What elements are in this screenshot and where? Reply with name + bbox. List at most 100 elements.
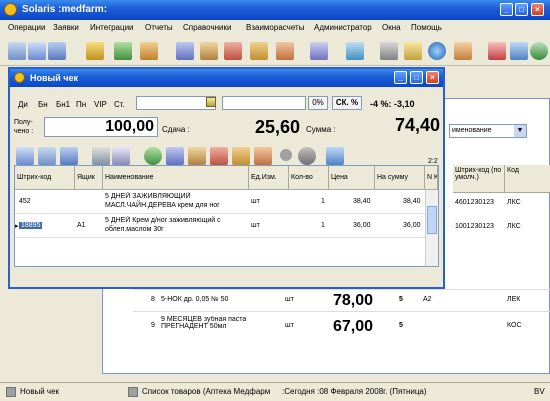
scroll-thumb[interactable] bbox=[427, 206, 437, 234]
goods-move-icon[interactable] bbox=[232, 147, 250, 165]
col-barcode-default[interactable]: Штрих-код (по умолч.) bbox=[453, 165, 505, 193]
goods-icon[interactable] bbox=[176, 42, 194, 60]
drugs-icon[interactable] bbox=[310, 42, 328, 60]
menu-windows[interactable]: Окна bbox=[382, 23, 401, 32]
col-sum[interactable]: На сумму bbox=[375, 166, 425, 190]
menu-integrations[interactable]: Интеграции bbox=[90, 23, 134, 32]
taskbar-receipt-icon bbox=[6, 387, 16, 397]
menu-operations[interactable]: Операции bbox=[8, 23, 45, 32]
tab-vip[interactable]: VIP bbox=[94, 100, 107, 109]
receipt-print-icon[interactable] bbox=[112, 147, 130, 165]
calendar-icon[interactable] bbox=[206, 97, 216, 107]
goods-in-icon[interactable] bbox=[200, 42, 218, 60]
col-price-label: Цена bbox=[331, 174, 348, 181]
tab-bn1[interactable]: Бн1 bbox=[56, 100, 70, 109]
coins-icon[interactable] bbox=[86, 42, 104, 60]
transfer-icon[interactable] bbox=[346, 42, 364, 60]
menu-help[interactable]: Помощь bbox=[411, 23, 442, 32]
printer-icon[interactable] bbox=[92, 147, 110, 165]
cell-barcode: 452 bbox=[19, 198, 31, 205]
col-code-label: Код bbox=[507, 167, 519, 174]
goods-remove-icon[interactable] bbox=[254, 147, 272, 165]
received-input[interactable]: 100,00 bbox=[44, 117, 158, 137]
main-titlebar: Solaris :medfarm: _ □ × bbox=[0, 0, 550, 20]
discount-button[interactable]: СК. % bbox=[332, 96, 362, 110]
cash-add-icon[interactable] bbox=[38, 147, 56, 165]
col-unit[interactable]: Ед.Изм. bbox=[249, 166, 289, 190]
pager: 2:2 bbox=[428, 158, 438, 165]
col-nk-label: N K bbox=[427, 174, 438, 181]
globe-icon[interactable] bbox=[428, 42, 446, 60]
col-nk[interactable]: N K bbox=[425, 166, 438, 190]
sort-select[interactable]: именование ▼ bbox=[449, 124, 527, 138]
main-toolbar bbox=[0, 36, 550, 66]
record-icon[interactable] bbox=[280, 149, 292, 161]
col-qty[interactable]: Кол-во bbox=[289, 166, 329, 190]
tab-st[interactable]: Ст. bbox=[114, 100, 125, 109]
cash-icon[interactable] bbox=[16, 147, 34, 165]
status-user: BV bbox=[534, 387, 545, 396]
users-icon[interactable] bbox=[454, 42, 472, 60]
menu-settlements[interactable]: Взаиморасчеты bbox=[246, 23, 304, 32]
col-name[interactable]: Наименование bbox=[103, 166, 249, 190]
col-box-label: Ящик bbox=[77, 174, 95, 181]
col-box[interactable]: Ящик bbox=[75, 166, 103, 190]
close-button[interactable]: × bbox=[531, 3, 544, 16]
money-icon[interactable] bbox=[114, 42, 132, 60]
first-aid-icon[interactable] bbox=[488, 42, 506, 60]
tab-di[interactable]: Ди bbox=[18, 100, 28, 109]
row-unit: шт bbox=[285, 322, 294, 329]
status-goods-list[interactable]: Список товаров (Аптека Медфарм bbox=[142, 387, 270, 396]
cash-list-icon[interactable] bbox=[60, 147, 78, 165]
row-qty: 5 bbox=[399, 322, 403, 329]
key-icon[interactable] bbox=[404, 42, 422, 60]
goods-add-icon[interactable] bbox=[210, 147, 228, 165]
menu-admin[interactable]: Администратор bbox=[314, 23, 372, 32]
goods-in-icon[interactable] bbox=[188, 147, 206, 165]
goods-remove-icon[interactable] bbox=[276, 42, 294, 60]
refresh-icon[interactable] bbox=[530, 42, 548, 60]
dialog-close-button[interactable]: × bbox=[426, 71, 439, 84]
cell-unit: шт bbox=[251, 222, 260, 229]
tab-bn[interactable]: Бн bbox=[38, 100, 48, 109]
card-input[interactable] bbox=[222, 96, 306, 110]
money-icon[interactable] bbox=[144, 147, 162, 165]
maximize-button[interactable]: □ bbox=[515, 3, 528, 16]
boxes-icon[interactable] bbox=[140, 42, 158, 60]
goods-move-icon[interactable] bbox=[250, 42, 268, 60]
cash-add-icon[interactable] bbox=[28, 42, 46, 60]
tab-pn[interactable]: Пн bbox=[76, 100, 86, 109]
col-barcode[interactable]: Штрих-код bbox=[15, 166, 75, 190]
window-list-icon[interactable] bbox=[326, 147, 344, 165]
received-value: 100,00 bbox=[105, 118, 154, 135]
dialog-minimize-button[interactable]: _ bbox=[394, 71, 407, 84]
col-code[interactable]: Код bbox=[505, 165, 550, 193]
cash-list-icon[interactable] bbox=[48, 42, 66, 60]
table-row[interactable]: 9 9 МЕСЯЦЕВ зубная паста ПРЕГНАДЕНТ 50мл… bbox=[133, 311, 550, 341]
status-new-receipt[interactable]: Новый чек bbox=[20, 387, 59, 396]
minimize-button[interactable]: _ bbox=[500, 3, 513, 16]
chevron-down-icon[interactable]: ▼ bbox=[514, 125, 526, 137]
customer-input[interactable] bbox=[136, 96, 216, 110]
cash-icon[interactable] bbox=[8, 42, 26, 60]
stamp-icon[interactable] bbox=[298, 147, 316, 165]
row-box: A2 bbox=[423, 296, 432, 303]
tools-icon[interactable] bbox=[380, 42, 398, 60]
menu-requests[interactable]: Заявки bbox=[53, 23, 79, 32]
table-row[interactable]: 452 5 ДНЕЙ ЗАЖИВЛЯЮЩИЙ МАСЛ.ЧАЙН.ДЕРЕВА … bbox=[15, 190, 425, 214]
menu-bar: Операции Заявки Интеграции Отчеты Справо… bbox=[0, 20, 550, 35]
window-icon[interactable] bbox=[510, 42, 528, 60]
table-row-selected[interactable]: ▸ 18895 A1 5 ДНЕЙ Крем д/ног заживляющий… bbox=[15, 214, 425, 238]
table-row[interactable]: 8 5-НОК др. 0,05 № 50 шт 78,00 5 A2 ЛЕК bbox=[133, 289, 550, 311]
vertical-scrollbar[interactable] bbox=[425, 190, 438, 266]
menu-reports[interactable]: Отчеты bbox=[145, 23, 173, 32]
menu-directories[interactable]: Справочники bbox=[183, 23, 231, 32]
dialog-maximize-button[interactable]: □ bbox=[410, 71, 423, 84]
goods-icon[interactable] bbox=[166, 147, 184, 165]
goods-add-icon[interactable] bbox=[224, 42, 242, 60]
percent-button[interactable]: 0% bbox=[308, 96, 328, 110]
change-display: 25,60 bbox=[190, 117, 300, 137]
col-price[interactable]: Цена bbox=[329, 166, 375, 190]
dialog-titlebar: Новый чек _ □ × bbox=[10, 69, 443, 87]
row-unit: шт bbox=[285, 296, 294, 303]
